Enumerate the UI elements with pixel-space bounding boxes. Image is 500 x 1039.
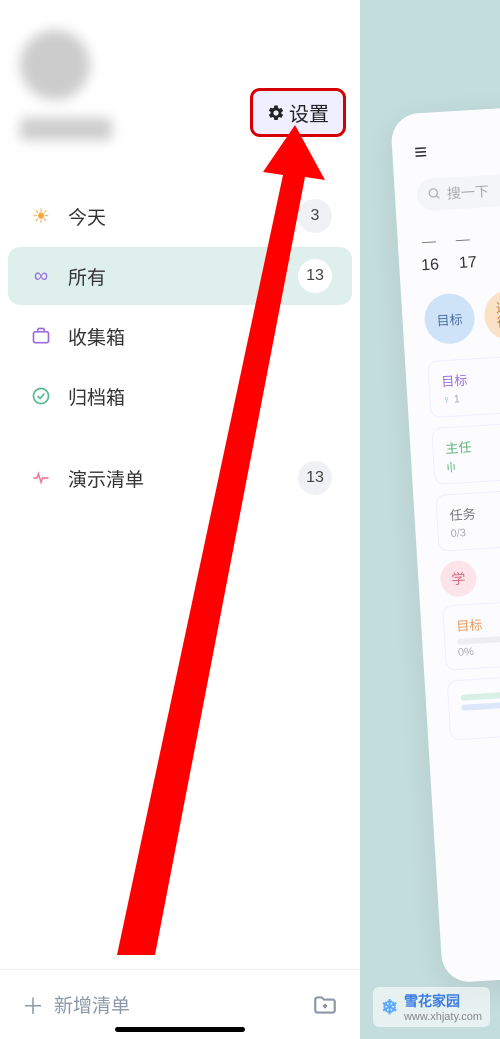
watermark-name: 雪花家园 [404,993,460,1009]
username [20,118,112,140]
count-badge: 13 [298,461,332,495]
menu-label: 今天 [68,203,284,230]
cal-day[interactable]: 17 [458,254,477,273]
add-list-button[interactable]: ＋ 新增清单 [22,989,296,1021]
search-bar[interactable]: 搜一下 [416,167,500,212]
goal-circle[interactable]: 目标 [423,292,476,345]
count-badge: 3 [298,199,332,233]
add-list-label: 新增清单 [54,991,130,1018]
snowflake-icon: ❄ [381,995,398,1020]
goal2-card[interactable]: 目标 0% [442,593,500,671]
check-circle-icon [28,386,54,406]
menu-label: 演示清单 [68,465,284,492]
sidebar-panel: 设置 ☀ 今天 3 ∞ 所有 13 收集箱 归档箱 [0,0,360,1039]
settings-label: 设置 [289,98,329,127]
sun-icon: ☀ [28,204,54,229]
peek-preview: ≡ 搜一下 — — 16 17 目标 进度 待办 目标 ♀ 1 主任 ı|ı 任… [390,100,500,984]
menu-label: 归档箱 [68,383,332,410]
avatar[interactable] [20,30,90,100]
hamburger-icon[interactable]: ≡ [414,127,500,166]
menu-item-demo-list[interactable]: 演示清单 13 [8,449,352,507]
settings-button[interactable]: 设置 [250,88,346,137]
cal-day[interactable]: 16 [421,256,440,275]
menu-item-today[interactable]: ☀ 今天 3 [8,187,352,245]
profile-header: 设置 [0,0,360,185]
infinity-icon: ∞ [28,265,54,288]
home-indicator [115,1027,245,1032]
task-card[interactable]: 任务 0/3 [435,482,500,552]
menu-item-inbox[interactable]: 收集箱 [8,307,352,365]
briefcase-icon [28,326,54,346]
search-icon [426,186,441,204]
menu-list: ☀ 今天 3 ∞ 所有 13 收集箱 归档箱 演示清单 13 [0,185,360,509]
menu-item-archive[interactable]: 归档箱 [8,367,352,425]
main-card[interactable]: 主任 ı|ı [431,415,500,485]
progress-circle[interactable]: 进度 待办 [483,289,500,342]
goal-card[interactable]: 目标 ♀ 1 [427,348,500,418]
menu-label: 所有 [68,263,284,290]
menu-label: 收集箱 [68,323,332,350]
empty-card[interactable] [447,668,500,741]
count-badge: 13 [298,259,332,293]
search-placeholder: 搜一下 [446,181,489,204]
watermark: ❄ 雪花家园 www.xhjaty.com [373,987,490,1027]
menu-item-all[interactable]: ∞ 所有 13 [8,247,352,305]
heartbeat-icon [28,468,54,488]
watermark-url: www.xhjaty.com [404,1011,482,1023]
new-folder-icon[interactable] [312,992,338,1018]
plus-icon: ＋ [22,989,44,1021]
calendar-days[interactable]: 16 17 [421,245,500,276]
calendar-header: — — [419,221,500,250]
goal-row: 目标 进度 待办 [423,282,500,345]
study-pill[interactable]: 学 [439,560,477,598]
gear-icon [267,104,285,122]
